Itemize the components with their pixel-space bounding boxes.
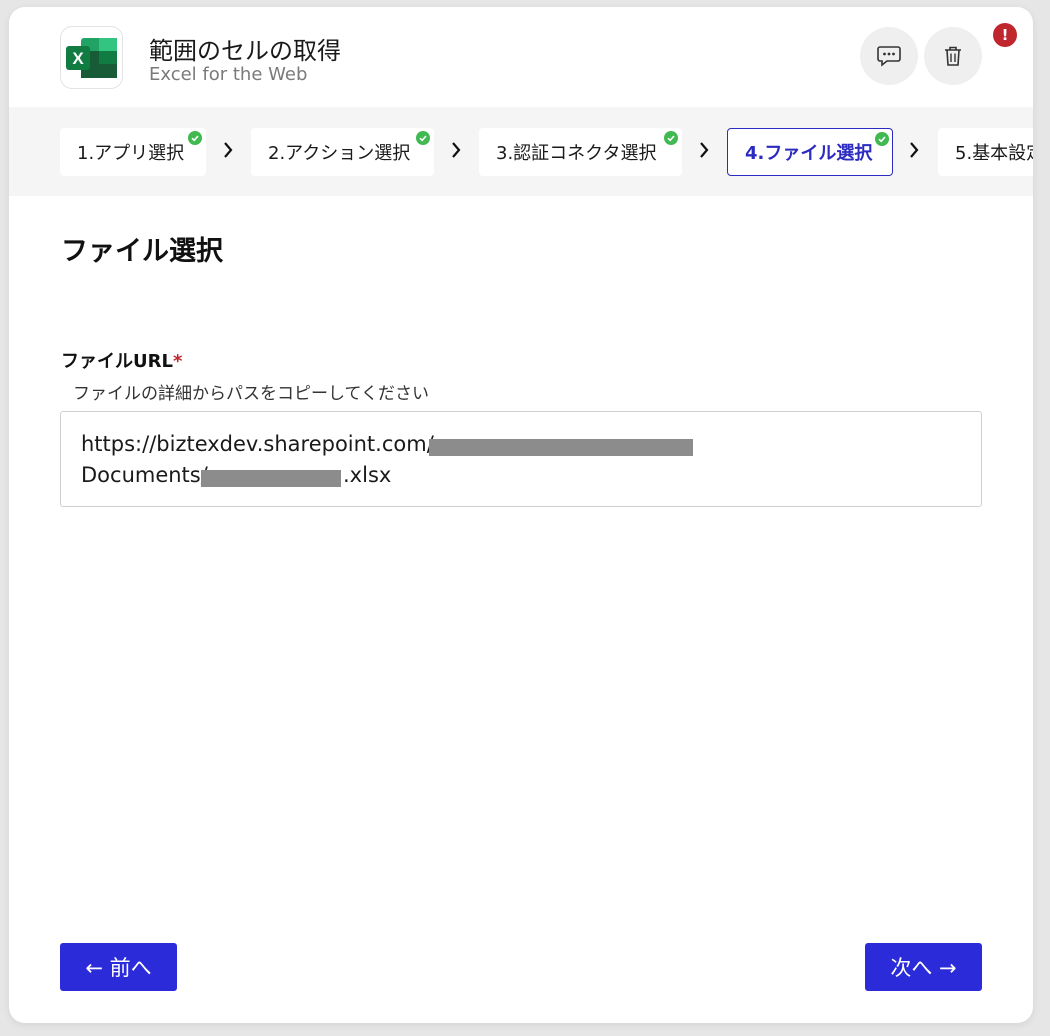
file-url-input[interactable]: https://biztexdev.sharepoint.com/ Docume… [60, 411, 982, 507]
url-line-1: https://biztexdev.sharepoint.com/ [81, 432, 434, 456]
header: X 範囲のセルの取得 Excel for the Web ! [9, 7, 1033, 107]
file-url-label-text: ファイルURL [61, 351, 173, 372]
step-app-select[interactable]: 1.アプリ選択 [60, 128, 206, 176]
dialog-panel: X 範囲のセルの取得 Excel for the Web ! 1.アプリ選択 2… [9, 7, 1033, 1023]
check-icon [416, 131, 430, 145]
redaction-bar [429, 439, 693, 456]
redaction-bar [201, 470, 341, 487]
step-connector-select[interactable]: 3.認証コネクタ選択 [479, 128, 682, 176]
app-subtitle: Excel for the Web [149, 64, 308, 85]
chevron-right-icon [452, 142, 461, 158]
step-action-select[interactable]: 2.アクション選択 [251, 128, 434, 176]
step-basic-settings[interactable]: 5.基本設定 [938, 128, 1033, 176]
step-label: 5.基本設定 [955, 143, 1033, 164]
check-icon [875, 132, 889, 146]
step-label: 1.アプリ選択 [77, 143, 185, 164]
required-mark: * [172, 351, 183, 372]
next-button[interactable]: 次へ → [865, 943, 982, 991]
excel-icon: X [65, 37, 117, 78]
step-label: 3.認証コネクタ選択 [496, 143, 657, 164]
delete-button[interactable] [924, 27, 982, 85]
prev-button[interactable]: ← 前へ [60, 943, 177, 991]
url-line-2-prefix: Documents/ [81, 463, 208, 487]
trash-icon [945, 46, 961, 66]
page-title: 範囲のセルの取得 [149, 37, 341, 65]
comment-icon [877, 46, 901, 67]
url-line-2-suffix: .xlsx [343, 463, 392, 487]
stepper: 1.アプリ選択 2.アクション選択 3.認証コネクタ選択 4.ファイル選択 5.… [9, 107, 1033, 196]
chevron-right-icon [224, 142, 233, 158]
chevron-right-icon [910, 142, 919, 158]
svg-text:X: X [72, 49, 84, 68]
file-url-help: ファイルの詳細からパスをコピーしてください [73, 384, 429, 404]
check-icon [664, 131, 678, 145]
error-badge[interactable]: ! [993, 23, 1017, 47]
check-icon [188, 131, 202, 145]
step-label: 2.アクション選択 [268, 143, 411, 164]
file-url-label: ファイルURL* [61, 347, 182, 373]
app-logo: X [60, 26, 123, 89]
chevron-right-icon [700, 142, 709, 158]
section-title: ファイル選択 [61, 236, 223, 267]
step-file-select[interactable]: 4.ファイル選択 [727, 128, 893, 176]
step-label: 4.ファイル選択 [745, 143, 873, 164]
comment-button[interactable] [860, 27, 918, 85]
